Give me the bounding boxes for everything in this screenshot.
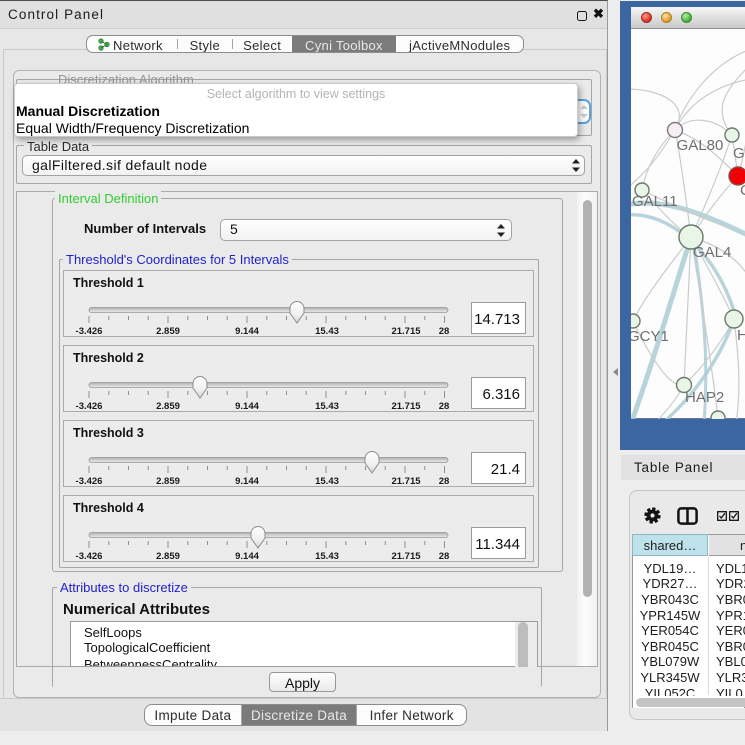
svg-text:2.859: 2.859	[156, 476, 180, 487]
svg-text:2.859: 2.859	[156, 401, 180, 412]
svg-text:H: H	[737, 327, 745, 344]
svg-text:15.43: 15.43	[315, 551, 339, 562]
svg-text:GAL4: GAL4	[693, 244, 731, 261]
svg-text:21.715: 21.715	[391, 476, 421, 487]
svg-text:21.715: 21.715	[391, 401, 421, 412]
svg-text:9.144: 9.144	[235, 551, 259, 562]
svg-text:28: 28	[439, 401, 450, 412]
svg-text:G: G	[733, 145, 745, 162]
svg-text:15.43: 15.43	[315, 476, 339, 487]
svg-text:-3.426: -3.426	[76, 476, 103, 487]
svg-text:-3.426: -3.426	[76, 401, 103, 412]
svg-text:9.144: 9.144	[235, 326, 259, 337]
svg-text:-3.426: -3.426	[76, 551, 103, 562]
svg-text:28: 28	[439, 476, 450, 487]
svg-text:28: 28	[439, 551, 450, 562]
svg-text:15.43: 15.43	[315, 401, 339, 412]
svg-text:2.859: 2.859	[156, 326, 180, 337]
svg-text:GAL11: GAL11	[632, 193, 678, 210]
svg-text:9.144: 9.144	[235, 476, 259, 487]
svg-text:-3.426: -3.426	[76, 326, 103, 337]
svg-text:15.43: 15.43	[315, 326, 339, 337]
svg-text:28: 28	[439, 326, 450, 337]
svg-text:2.859: 2.859	[156, 551, 180, 562]
svg-text:21.715: 21.715	[391, 326, 421, 337]
svg-text:21.715: 21.715	[391, 551, 421, 562]
svg-text:C: C	[740, 182, 745, 199]
svg-text:9.144: 9.144	[235, 401, 259, 412]
svg-text:GCY1: GCY1	[631, 328, 669, 345]
svg-text:GAL80: GAL80	[677, 137, 724, 154]
svg-text:HAP2: HAP2	[685, 389, 724, 406]
